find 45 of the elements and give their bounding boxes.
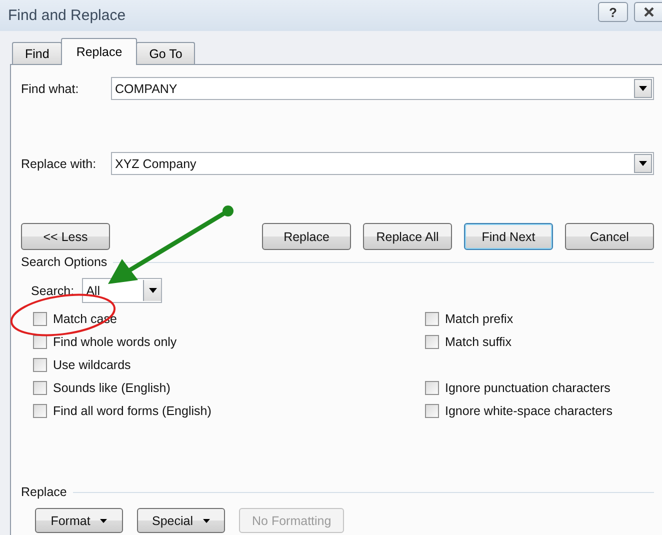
combo-box[interactable]: COMPANY — [111, 77, 654, 100]
checkbox[interactable] — [33, 312, 47, 326]
checkbox-label: Sounds like (English) — [53, 380, 170, 394]
less-button[interactable]: << Less — [21, 223, 110, 250]
checkbox[interactable] — [33, 380, 47, 394]
menu-button[interactable]: Special — [137, 508, 225, 533]
checkbox-label: Ignore white-space characters — [445, 404, 612, 418]
checkbox[interactable] — [425, 380, 439, 394]
search-label: Search: — [31, 284, 74, 298]
caret-icon — [148, 288, 157, 293]
checkbox[interactable] — [425, 404, 439, 418]
checkbox-label: Use wildcards — [53, 358, 131, 372]
action-button[interactable]: Cancel — [565, 223, 654, 250]
checkbox-label: Find all word forms (English) — [53, 404, 212, 418]
action-button[interactable]: Replace All — [363, 223, 452, 250]
checkbox-label: Match prefix — [445, 312, 514, 326]
action-button[interactable]: Find Next — [464, 223, 553, 250]
help-button[interactable]: ? — [598, 2, 628, 22]
dropdown-button[interactable] — [634, 154, 652, 173]
window-title: Find and Replace — [8, 7, 126, 24]
tab[interactable]: Replace — [61, 38, 138, 65]
checkbox[interactable] — [425, 312, 439, 326]
checkbox-label: Ignore punctuation characters — [445, 380, 610, 394]
field-label: Find what: — [21, 82, 80, 96]
checkbox-label: Match suffix — [445, 334, 512, 348]
checkbox-label: Find whole words only — [53, 334, 177, 348]
checkbox[interactable] — [425, 334, 439, 348]
section-heading: Replace — [21, 485, 67, 499]
combo-box[interactable]: XYZ Company — [111, 152, 654, 175]
caret-icon — [639, 161, 647, 166]
action-button[interactable]: Replace — [262, 223, 351, 250]
tab[interactable]: Find — [12, 42, 62, 64]
search-dropdown[interactable]: All — [82, 278, 162, 303]
field-label: Replace with: — [21, 156, 98, 170]
caret-icon — [203, 518, 210, 522]
close-icon — [642, 6, 654, 18]
caret-icon — [100, 518, 108, 522]
caret-icon — [639, 86, 647, 91]
menu-button[interactable]: Format — [35, 508, 123, 533]
tab[interactable]: Go To — [136, 42, 196, 64]
checkbox[interactable] — [33, 404, 47, 418]
dropdown-button[interactable] — [634, 79, 652, 98]
section-heading: Search Options — [21, 255, 108, 269]
checkbox[interactable] — [33, 358, 47, 372]
close-button[interactable] — [634, 2, 662, 22]
